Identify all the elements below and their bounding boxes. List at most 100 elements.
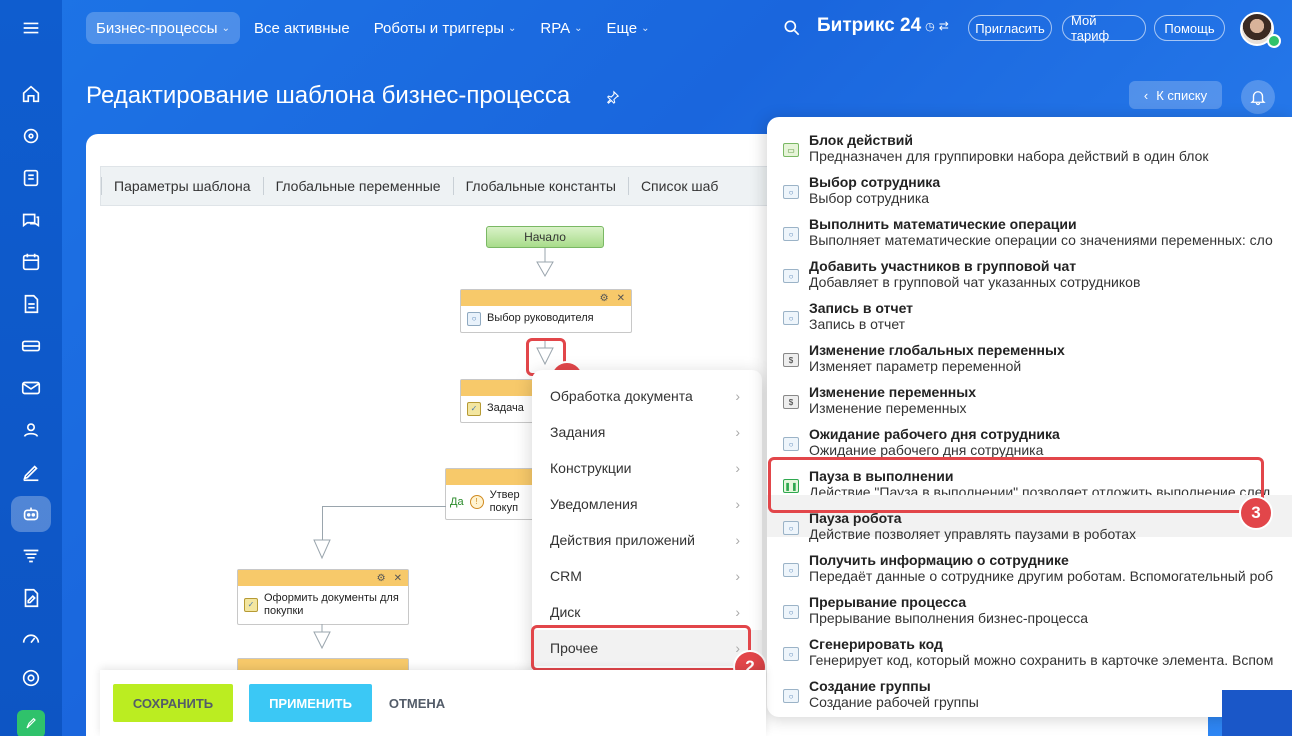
sign-icon[interactable] — [11, 454, 51, 490]
gear-icon[interactable]: ⚙ — [377, 573, 386, 584]
home-icon[interactable] — [11, 76, 51, 112]
chevron-down-icon: ⌄ — [221, 22, 230, 34]
close-icon[interactable]: ✕ — [394, 573, 402, 584]
tariff-button[interactable]: Мой тариф — [1062, 13, 1146, 43]
flow-block-approve[interactable]: Да! Утвер покуп — [445, 468, 535, 521]
activity-icon: ○ — [783, 311, 799, 325]
activity-item-select-employee[interactable]: ○ Выбор сотрудника Выбор сотрудника — [767, 159, 1292, 206]
nav-business-processes[interactable]: Бизнес-процессы ⌄ — [86, 12, 240, 44]
chevron-right-icon: › — [735, 496, 740, 512]
chevron-right-icon: › — [735, 460, 740, 476]
pin-icon[interactable] — [606, 90, 620, 104]
activity-icon: ○ — [783, 269, 799, 283]
chevron-right-icon: › — [735, 424, 740, 440]
activity-icon: ○ — [783, 605, 799, 619]
activity-item-create-group[interactable]: ○ Создание группы Создание рабочей группы — [767, 663, 1292, 710]
nav-robots-triggers[interactable]: Роботы и триггеры ⌄ — [364, 12, 527, 44]
menu-item-tasks[interactable]: Задания › — [532, 414, 762, 450]
task-icon: ✓ — [244, 598, 258, 613]
rocket-icon[interactable] — [17, 710, 45, 736]
notifications-button[interactable] — [1241, 80, 1275, 114]
chevron-down-icon: ⌄ — [508, 22, 517, 34]
automation-icon[interactable] — [11, 496, 51, 532]
apply-button[interactable]: ПРИМЕНИТЬ — [249, 684, 372, 722]
activity-item-vars[interactable]: $ Изменение переменных Изменение переменны… — [767, 369, 1292, 416]
chevron-right-icon: › — [735, 532, 740, 548]
chevron-down-icon: ⌄ — [641, 22, 650, 34]
task-icon: ✓ — [467, 402, 481, 416]
activity-item-global-vars[interactable]: $ Изменение глобальных переменных Изменяет… — [767, 327, 1292, 374]
activity-item-chat-members[interactable]: ○ Добавить участников в групповой чат Доба… — [767, 243, 1292, 290]
chat-icon[interactable] — [11, 202, 51, 238]
variable-icon: $ — [783, 353, 799, 367]
settings-icon[interactable] — [11, 660, 51, 696]
cancel-button[interactable]: ОТМЕНА — [382, 684, 452, 722]
activity-icon: ○ — [467, 312, 481, 326]
documents-icon[interactable] — [11, 286, 51, 322]
activity-icon: ○ — [783, 647, 799, 661]
activity-item-report[interactable]: ○ Запись в отчет Запись в отчет — [767, 285, 1292, 332]
funnel-icon[interactable] — [11, 538, 51, 574]
bell-icon — [1250, 91, 1266, 106]
chevron-right-icon: › — [735, 604, 740, 620]
mail-icon[interactable] — [11, 370, 51, 406]
menu-icon[interactable] — [11, 10, 51, 46]
feed-icon[interactable] — [11, 118, 51, 154]
drive-icon[interactable] — [11, 328, 51, 364]
activity-icon: ○ — [783, 227, 799, 241]
folder-icon: ▭ — [783, 143, 799, 157]
chevron-right-icon: › — [735, 568, 740, 584]
menu-item-app-actions[interactable]: Действия приложений › — [532, 522, 762, 558]
tasks-icon[interactable] — [11, 160, 51, 196]
menu-item-crm[interactable]: CRM › — [532, 558, 762, 594]
left-rail — [0, 0, 62, 736]
edit-doc-icon[interactable] — [11, 580, 51, 616]
flow-block-prepare-docs[interactable]: ⚙ ✕ ✓ Оформить документы для покупки — [237, 569, 409, 626]
activity-item-terminate[interactable]: ○ Прерывание процесса Прерывание выполнени… — [767, 579, 1292, 626]
settings-toggle-icon[interactable]: ⇄ — [939, 19, 949, 33]
contacts-icon[interactable] — [11, 412, 51, 448]
flow-arrow — [313, 539, 331, 560]
step-marker-3: 3 — [1239, 496, 1273, 530]
close-icon[interactable]: ✕ — [617, 293, 625, 304]
highlight-pause — [768, 457, 1264, 513]
nav-more[interactable]: Еще ⌄ — [597, 12, 660, 44]
invite-button[interactable]: Пригласить — [968, 15, 1052, 41]
activity-item-math[interactable]: ○ Выполнить математические операции Выполн… — [767, 201, 1292, 248]
flow-block-select-manager[interactable]: ⚙ ✕ ○ Выбор руководителя — [460, 289, 632, 333]
chevron-down-icon: ⌄ — [574, 22, 583, 34]
back-to-list-button[interactable]: ‹ К списку — [1129, 81, 1222, 109]
tab-global-constants[interactable]: Глобальные константы — [452, 177, 628, 195]
chevron-left-icon: ‹ — [1143, 87, 1149, 103]
activity-icon: ○ — [783, 437, 799, 451]
activity-item-wait-workday[interactable]: ○ Ожидание рабочего дня сотрудника Ожидани… — [767, 411, 1292, 458]
activity-item-generate-code[interactable]: ○ Сгенерировать код Генерирует код, которы… — [767, 621, 1292, 668]
activity-item-employee-info[interactable]: ○ Получить информацию о сотруднике Передаё… — [767, 537, 1292, 584]
chevron-right-icon: › — [735, 388, 740, 404]
tab-global-variables[interactable]: Глобальные переменные — [262, 177, 453, 195]
tab-template-list[interactable]: Список шаб — [627, 177, 731, 195]
top-bar: Бизнес-процессы ⌄ Все активные Роботы и т… — [62, 0, 1292, 56]
gear-icon[interactable]: ⚙ — [600, 293, 609, 304]
calendar-icon[interactable] — [11, 244, 51, 280]
online-badge — [1267, 34, 1281, 48]
corner-widget — [1222, 690, 1292, 736]
variable-icon: $ — [783, 395, 799, 409]
tab-template-params[interactable]: Параметры шаблона — [101, 177, 263, 195]
activity-list-panel: ▭ Блок действий Предназначен для группиров… — [767, 117, 1292, 717]
footer-bar: СОХРАНИТЬ ПРИМЕНИТЬ ОТМЕНА — [100, 670, 766, 736]
analytics-icon[interactable] — [11, 620, 51, 656]
nav-all-active[interactable]: Все активные — [244, 12, 360, 44]
save-button[interactable]: СОХРАНИТЬ — [113, 684, 233, 722]
menu-item-notifications[interactable]: Уведомления › — [532, 486, 762, 522]
menu-item-constructions[interactable]: Конструкции › — [532, 450, 762, 486]
brand-logo[interactable]: Битрикс 24 ◷ ⇄ — [817, 15, 949, 37]
search-icon[interactable] — [782, 18, 802, 38]
activity-item-block[interactable]: ▭ Блок действий Предназначен для группиров… — [767, 117, 1292, 164]
top-nav: Бизнес-процессы ⌄ Все активные Роботы и т… — [86, 12, 659, 44]
designer-tabs: Параметры шаблона Глобальные переменные … — [100, 166, 800, 206]
flow-start[interactable]: Начало — [486, 226, 604, 248]
help-button[interactable]: Помощь — [1154, 15, 1225, 41]
menu-item-document-processing[interactable]: Обработка документа › — [532, 378, 762, 414]
nav-rpa[interactable]: RPA ⌄ — [530, 12, 592, 44]
